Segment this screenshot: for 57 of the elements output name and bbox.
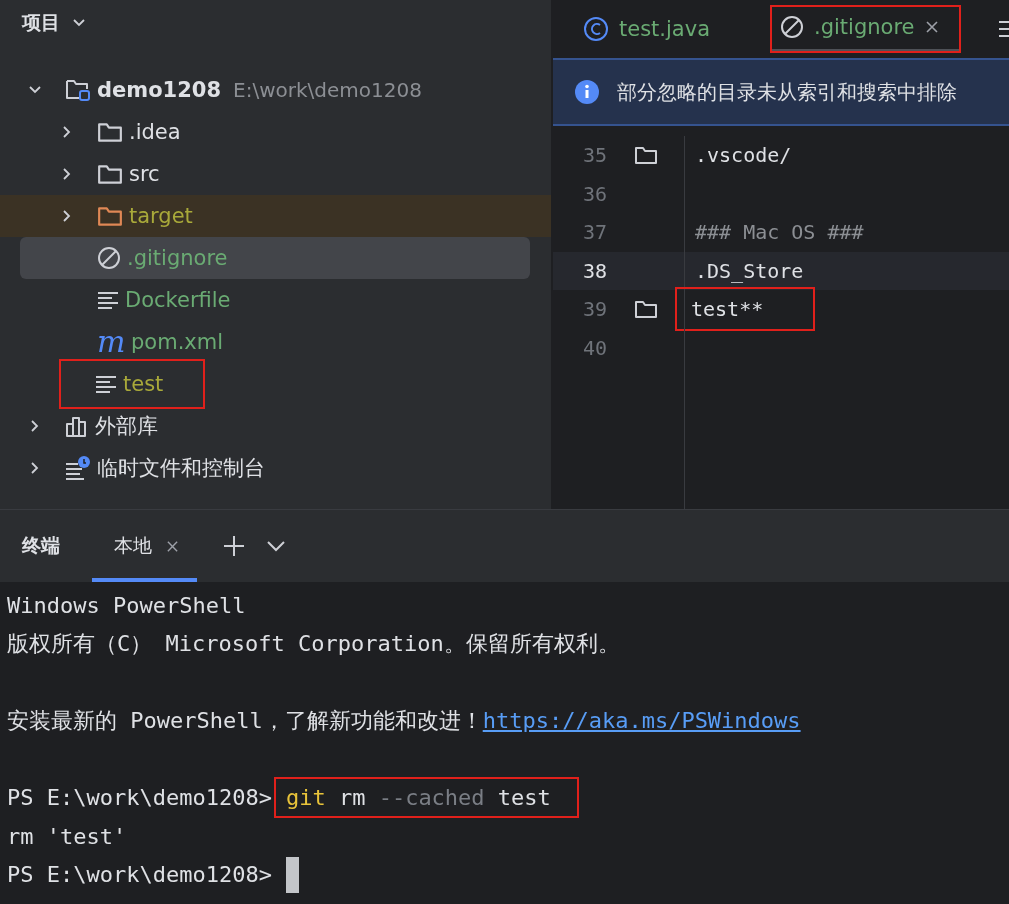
shell-prompt: PS E:\work\demo1208> xyxy=(7,862,272,888)
editor-tab[interactable]: test.java xyxy=(573,5,732,53)
project-path: E:\work\demo1208 xyxy=(233,78,422,102)
m-icon: m xyxy=(97,327,125,357)
link[interactable]: https://aka.ms/PSWindows xyxy=(482,708,801,734)
output-text: rm 'test' xyxy=(7,823,127,849)
tree-item[interactable]: pom.xml xyxy=(131,330,224,354)
tree-item[interactable]: .idea xyxy=(129,120,181,144)
line-number: 38 xyxy=(581,258,607,283)
prohibited-icon xyxy=(780,15,804,39)
command-text: rm xyxy=(337,785,367,811)
folder-icon xyxy=(97,205,123,227)
text-file-icon xyxy=(95,374,117,394)
tree-item[interactable]: demo1208 xyxy=(97,78,222,102)
banner-text: 部分忽略的目录未从索引和搜索中排除 xyxy=(617,78,957,106)
tree-item[interactable]: Dockerfile xyxy=(125,288,231,312)
selected-row[interactable]: .gitignore xyxy=(20,237,530,279)
class-icon xyxy=(583,16,609,42)
line-number: 40 xyxy=(581,335,607,360)
text-file-icon xyxy=(97,290,119,310)
prohibited-icon xyxy=(97,246,121,270)
folder-icon xyxy=(65,78,91,102)
line-number: 39 xyxy=(581,297,607,322)
tree-item[interactable]: src xyxy=(129,162,160,186)
tree-item[interactable]: target xyxy=(129,204,193,228)
line-number: 36 xyxy=(581,181,607,206)
command-text: test xyxy=(496,785,551,811)
chevron-down-icon[interactable] xyxy=(267,540,285,552)
close-icon[interactable] xyxy=(166,539,179,553)
excluded-row[interactable]: target xyxy=(0,195,551,237)
output-text: 版权所有（C） Microsoft Corporation。保留所有权利。 xyxy=(7,629,620,658)
shell-prompt: PS E:\work\demo1208> xyxy=(7,785,272,811)
plus-icon[interactable] xyxy=(223,535,245,557)
output-text: Windows PowerShell xyxy=(7,592,246,618)
tab-label: test.java xyxy=(619,17,710,41)
line-number: 37 xyxy=(581,220,607,245)
line-number: 35 xyxy=(581,143,607,168)
editor-tab[interactable]: .gitignore xyxy=(770,5,961,53)
code-line: ### Mac OS ### xyxy=(694,219,865,247)
code-line: .vscode/ xyxy=(694,142,793,170)
command-text: git xyxy=(285,785,326,811)
info-icon xyxy=(575,80,599,104)
library-icon xyxy=(65,415,89,437)
close-icon[interactable] xyxy=(924,20,939,34)
flag-text: --cached xyxy=(378,785,485,811)
tree-item[interactable]: test xyxy=(123,372,164,396)
folder-icon xyxy=(97,121,123,143)
code-line: .DS_Store xyxy=(694,257,805,285)
output-text: 安装最新的 PowerShell，了解新功能和改进！ xyxy=(7,706,483,735)
folder-icon xyxy=(97,163,123,185)
tree-item[interactable]: .gitignore xyxy=(127,246,228,270)
terminal-title: 终端 xyxy=(22,533,60,558)
panel-title[interactable]: 项目 xyxy=(22,9,60,36)
tree-item[interactable]: 临时文件和控制台 xyxy=(97,454,265,482)
tree-item[interactable]: 外部库 xyxy=(95,412,158,440)
scratch-file-icon xyxy=(65,456,91,480)
tab-label: .gitignore xyxy=(814,15,915,39)
